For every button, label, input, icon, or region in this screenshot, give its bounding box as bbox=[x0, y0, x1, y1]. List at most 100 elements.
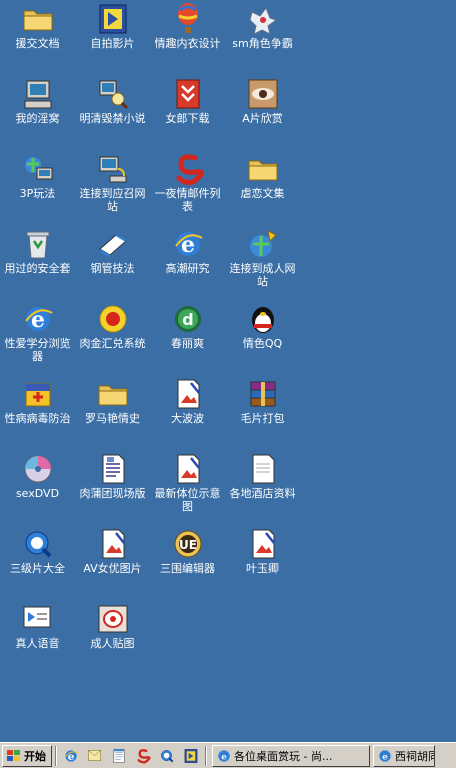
desktop-shortcut[interactable]: 成人贴图 bbox=[75, 602, 150, 677]
desktop-shortcut-label: 成人贴图 bbox=[90, 637, 135, 650]
media-player-icon bbox=[96, 2, 130, 36]
desktop-shortcut[interactable]: 情色QQ bbox=[225, 302, 300, 377]
folder-icon bbox=[246, 152, 280, 186]
desktop-shortcut[interactable]: 一夜情邮件列表 bbox=[150, 152, 225, 227]
desktop: 援交文档 自拍影片 情趣内衣设计 sm角色争霸我的淫窝 明清毁禁小说 女郎下载 A片欣赏 3P… bbox=[0, 0, 456, 742]
desktop-shortcut[interactable]: A片欣赏 bbox=[225, 77, 300, 152]
desktop-shortcut-label: 连接到应召网站 bbox=[79, 187, 146, 213]
desktop-shortcut[interactable]: UE 三围编辑器 bbox=[150, 527, 225, 602]
dreamweaver-icon: d bbox=[171, 302, 205, 336]
ie-icon: e bbox=[21, 302, 55, 336]
desktop-shortcut-label: 叶玉卿 bbox=[246, 562, 279, 575]
flower-icon bbox=[96, 302, 130, 336]
desktop-shortcut[interactable]: AV女优图片 bbox=[75, 527, 150, 602]
desktop-shortcut[interactable]: 真人语音 bbox=[0, 602, 75, 677]
mail-s-icon[interactable] bbox=[132, 745, 154, 767]
taskbar-window-title: 西祠胡同 - bbox=[395, 749, 435, 763]
desktop-shortcut-label: 我的淫窝 bbox=[15, 112, 60, 125]
desktop-shortcut[interactable]: 援交文档 bbox=[0, 2, 75, 77]
ie-icon[interactable]: e bbox=[60, 745, 82, 767]
dvd-icon bbox=[21, 452, 55, 486]
desktop-shortcut-label: 3P玩法 bbox=[19, 187, 56, 200]
desktop-shortcut[interactable]: 叶玉卿 bbox=[225, 527, 300, 602]
desktop-shortcut[interactable]: 虐恋文集 bbox=[225, 152, 300, 227]
svg-text:UE: UE bbox=[179, 538, 197, 552]
photo-editor-icon bbox=[96, 602, 130, 636]
desktop-shortcut[interactable]: 三级片大全 bbox=[0, 527, 75, 602]
desktop-shortcut-label: 明清毁禁小说 bbox=[79, 112, 146, 125]
desktop-shortcut[interactable]: 连接到应召网站 bbox=[75, 152, 150, 227]
desktop-shortcut[interactable]: 罗马艳情史 bbox=[75, 377, 150, 452]
desktop-shortcut-label: 罗马艳情史 bbox=[85, 412, 140, 425]
desktop-shortcut[interactable]: 用过的安全套 bbox=[0, 227, 75, 302]
desktop-shortcut[interactable]: d 春丽爽 bbox=[150, 302, 225, 377]
desktop-shortcut[interactable]: 女郎下载 bbox=[150, 77, 225, 152]
desktop-shortcut[interactable]: 各地酒店资料 bbox=[225, 452, 300, 527]
desktop-shortcut-label: 用过的安全套 bbox=[4, 262, 71, 275]
desktop-shortcut-label: 肉蒲团现场版 bbox=[79, 487, 146, 500]
eye-image-icon bbox=[246, 77, 280, 111]
taskbar-separator bbox=[55, 745, 57, 766]
desktop-shortcut[interactable]: 肉金汇兑系统 bbox=[75, 302, 150, 377]
network-places-icon bbox=[21, 152, 55, 186]
speech-icon bbox=[21, 602, 55, 636]
desktop-shortcut-label: 钢管技法 bbox=[90, 262, 135, 275]
desktop-shortcut[interactable]: 大波波 bbox=[150, 377, 225, 452]
image-doc-icon bbox=[96, 527, 130, 561]
qq-penguin-icon bbox=[246, 302, 280, 336]
desktop-shortcut-label: 最新体位示意图 bbox=[154, 487, 221, 513]
my-computer-icon bbox=[21, 77, 55, 111]
ie-icon: e bbox=[171, 227, 205, 261]
desktop-icon-grid: 援交文档 自拍影片 情趣内衣设计 sm角色争霸我的淫窝 明清毁禁小说 女郎下载 A片欣赏 3P… bbox=[0, 2, 300, 677]
document-icon bbox=[96, 452, 130, 486]
desktop-shortcut[interactable]: 最新体位示意图 bbox=[150, 452, 225, 527]
ie-icon: e bbox=[379, 749, 391, 762]
image-doc-icon bbox=[171, 377, 205, 411]
desktop-shortcut-label: 性病病毒防治 bbox=[4, 412, 71, 425]
outlook-icon[interactable] bbox=[84, 745, 106, 767]
desktop-shortcut[interactable]: 情趣内衣设计 bbox=[150, 2, 225, 77]
desktop-shortcut[interactable]: 明清毁禁小说 bbox=[75, 77, 150, 152]
desktop-shortcut[interactable]: 自拍影片 bbox=[75, 2, 150, 77]
download-icon bbox=[171, 77, 205, 111]
desktop-shortcut[interactable]: 连接到成人网站 bbox=[225, 227, 300, 302]
desktop-shortcut[interactable]: e 高潮研究 bbox=[150, 227, 225, 302]
winrar-icon bbox=[246, 377, 280, 411]
ie-icon: e bbox=[218, 749, 230, 762]
desktop-shortcut[interactable]: 毛片打包 bbox=[225, 377, 300, 452]
svg-text:d: d bbox=[182, 310, 193, 329]
taskbar-window-button[interactable]: e 各位桌面赏玩 - 尚... bbox=[212, 744, 370, 767]
desktop-shortcut[interactable]: 性病病毒防治 bbox=[0, 377, 75, 452]
desktop-shortcut-label: 情色QQ bbox=[242, 337, 283, 350]
desktop-shortcut-label: 女郎下载 bbox=[165, 112, 210, 125]
game-icon bbox=[246, 2, 280, 36]
antivirus-icon bbox=[21, 377, 55, 411]
desktop-shortcut[interactable]: 我的淫窝 bbox=[0, 77, 75, 152]
desktop-shortcut[interactable]: sexDVD bbox=[0, 452, 75, 527]
connect-web-icon bbox=[246, 227, 280, 261]
recycle-bin-icon bbox=[21, 227, 55, 261]
desktop-shortcut-label: 大波波 bbox=[171, 412, 204, 425]
taskbar-window-button[interactable]: e 西祠胡同 - bbox=[373, 744, 435, 767]
desktop-shortcut[interactable]: e 性爱学分浏览器 bbox=[0, 302, 75, 377]
desktop-shortcut-label: A片欣赏 bbox=[242, 112, 283, 125]
media-player-icon[interactable] bbox=[180, 745, 202, 767]
desktop-shortcut[interactable]: 肉蒲团现场版 bbox=[75, 452, 150, 527]
taskbar-window-title: 各位桌面赏玩 - 尚... bbox=[234, 749, 333, 763]
desktop-shortcut-label: AV女优图片 bbox=[83, 562, 142, 575]
quicktime-icon bbox=[21, 527, 55, 561]
desktop-shortcut-label: 自拍影片 bbox=[90, 37, 135, 50]
desktop-shortcut[interactable]: 3P玩法 bbox=[0, 152, 75, 227]
quicktime-icon[interactable] bbox=[156, 745, 178, 767]
desktop-shortcut-label: 情趣内衣设计 bbox=[154, 37, 221, 50]
image-doc-icon bbox=[171, 452, 205, 486]
desktop-shortcut[interactable]: sm角色争霸 bbox=[225, 2, 300, 77]
desktop-shortcut-label: 春丽爽 bbox=[171, 337, 204, 350]
notepad-icon[interactable] bbox=[108, 745, 130, 767]
folder-icon bbox=[21, 2, 55, 36]
desktop-shortcut[interactable]: 钢管技法 bbox=[75, 227, 150, 302]
taskbar: 开始 e e 各位桌面赏玩 - 尚... e 西祠胡同 - bbox=[0, 742, 456, 768]
image-doc-icon bbox=[246, 527, 280, 561]
start-button[interactable]: 开始 bbox=[2, 744, 52, 767]
desktop-shortcut-label: 毛片打包 bbox=[240, 412, 285, 425]
